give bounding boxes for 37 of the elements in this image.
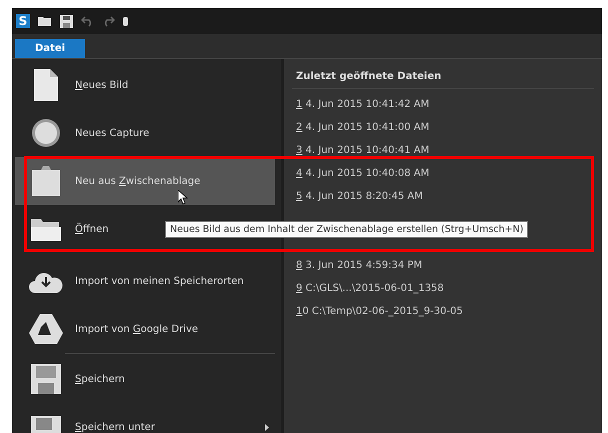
folder-icon xyxy=(29,217,63,241)
recent-file-item[interactable]: 8 3. Jun 2015 4:59:34 PM xyxy=(292,254,594,277)
recent-file-item[interactable]: 2 4. Jun 2015 10:41:00 AM xyxy=(292,116,594,139)
menu-item[interactable]: Import von Google Drive xyxy=(15,305,275,353)
save-icon[interactable] xyxy=(60,14,73,28)
recent-file-item[interactable]: 10 C:\Temp\02-06-_2015_9-30-05 xyxy=(292,300,594,323)
recent-file-item[interactable]: 3 4. Jun 2015 10:40:41 AM xyxy=(292,139,594,162)
cursor-icon xyxy=(178,190,188,205)
menu-item[interactable]: Speichern xyxy=(15,355,275,403)
menu-item-label: Neues Bild xyxy=(75,80,128,90)
menu-item[interactable]: Neu aus Zwischenablage xyxy=(15,157,275,205)
file-tab[interactable]: Datei xyxy=(15,39,86,58)
recent-file-item[interactable]: 9 C:\GLS\...\2015-06-01_1358 xyxy=(292,277,594,300)
recent-file-item[interactable]: 4 4. Jun 2015 10:40:08 AM xyxy=(292,162,594,185)
menu-item-label: Speichern xyxy=(75,374,125,384)
clipboard-icon xyxy=(29,166,63,196)
menu-item[interactable]: Neues Bild xyxy=(15,61,275,109)
recent-file-item[interactable]: 5 4. Jun 2015 8:20:45 AM xyxy=(292,185,594,208)
menu-item-label: Neu aus Zwischenablage xyxy=(75,176,200,186)
save-as-icon xyxy=(29,416,63,433)
menu-item[interactable]: Speichern unter xyxy=(15,403,275,433)
menu-item-label: Import von Google Drive xyxy=(75,324,198,334)
recent-file-item[interactable]: 1 4. Jun 2015 10:41:42 AM xyxy=(292,93,594,116)
save-icon xyxy=(29,364,63,394)
menu-item-label: Neues Capture xyxy=(75,128,150,138)
menu-item-label: Öffnen xyxy=(75,224,109,234)
app-logo: S xyxy=(16,14,30,28)
recent-files-heading: Zuletzt geöffnete Dateien xyxy=(292,63,594,89)
menu-item[interactable]: Import von meinen Speicherorten xyxy=(15,257,275,305)
menu-item[interactable]: Neues Capture xyxy=(15,109,275,157)
folder-icon[interactable] xyxy=(38,15,52,27)
menu-item-label: Import von meinen Speicherorten xyxy=(75,276,244,286)
circle-icon xyxy=(29,118,63,148)
tooltip: Neues Bild aus dem Inhalt der Zwischenablage erstellen (Strg+Umsch+N) xyxy=(165,221,528,238)
submenu-arrow-icon xyxy=(265,424,269,430)
triangle-logo-icon xyxy=(29,314,63,344)
menu-item-label: Speichern unter xyxy=(75,422,155,432)
